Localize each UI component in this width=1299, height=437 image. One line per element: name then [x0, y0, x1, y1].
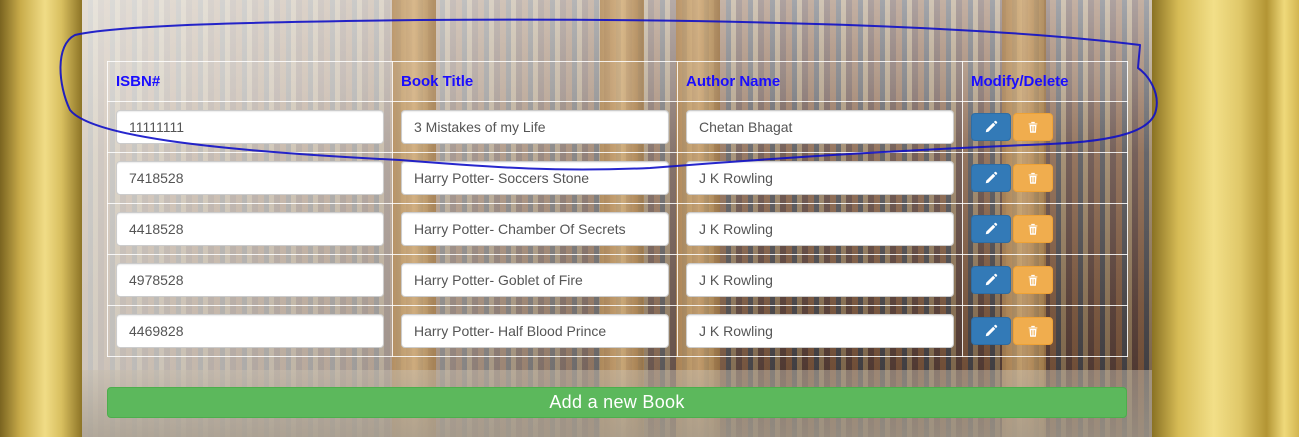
author-cell	[677, 305, 963, 357]
isbn-input[interactable]	[116, 263, 384, 297]
trash-icon	[1028, 223, 1038, 235]
author-name-input[interactable]	[686, 212, 954, 246]
book-title-input[interactable]	[401, 263, 669, 297]
edit-button[interactable]	[971, 113, 1011, 141]
trash-icon	[1028, 325, 1038, 337]
actions-cell	[962, 305, 1128, 357]
edit-button[interactable]	[971, 266, 1011, 294]
trash-icon	[1028, 121, 1038, 133]
add-new-book-button[interactable]: Add a new Book	[107, 387, 1127, 418]
author-cell	[677, 203, 963, 255]
books-table: ISBN# Book Title Author Name Modify/Dele…	[107, 61, 1128, 357]
title-cell	[392, 152, 678, 204]
trash-icon	[1028, 274, 1038, 286]
header-modify-delete: Modify/Delete	[962, 61, 1128, 102]
author-cell	[677, 152, 963, 204]
trash-icon	[1028, 172, 1038, 184]
author-name-input[interactable]	[686, 161, 954, 195]
isbn-cell	[107, 254, 393, 306]
header-isbn: ISBN#	[107, 61, 393, 102]
table-row	[107, 203, 1128, 255]
table-header-row: ISBN# Book Title Author Name Modify/Dele…	[107, 61, 1128, 102]
author-cell	[677, 101, 963, 153]
header-author-name: Author Name	[677, 61, 963, 102]
book-title-input[interactable]	[401, 161, 669, 195]
pencil-icon	[985, 324, 998, 337]
delete-button[interactable]	[1013, 215, 1053, 243]
pencil-icon	[985, 120, 998, 133]
isbn-input[interactable]	[116, 161, 384, 195]
delete-button[interactable]	[1013, 113, 1053, 141]
isbn-cell	[107, 101, 393, 153]
gold-frame-left	[0, 0, 82, 437]
edit-button[interactable]	[971, 317, 1011, 345]
title-cell	[392, 101, 678, 153]
actions-cell	[962, 254, 1128, 306]
isbn-cell	[107, 305, 393, 357]
author-name-input[interactable]	[686, 314, 954, 348]
isbn-input[interactable]	[116, 314, 384, 348]
delete-button[interactable]	[1013, 164, 1053, 192]
table-row	[107, 305, 1128, 357]
author-name-input[interactable]	[686, 263, 954, 297]
isbn-input[interactable]	[116, 110, 384, 144]
book-title-input[interactable]	[401, 212, 669, 246]
title-cell	[392, 203, 678, 255]
actions-cell	[962, 152, 1128, 204]
delete-button[interactable]	[1013, 317, 1053, 345]
pencil-icon	[985, 273, 998, 286]
pencil-icon	[985, 171, 998, 184]
table-row	[107, 101, 1128, 153]
table-row	[107, 254, 1128, 306]
author-name-input[interactable]	[686, 110, 954, 144]
gold-frame-right	[1152, 0, 1299, 437]
title-cell	[392, 305, 678, 357]
book-title-input[interactable]	[401, 110, 669, 144]
delete-button[interactable]	[1013, 266, 1053, 294]
actions-cell	[962, 203, 1128, 255]
pencil-icon	[985, 222, 998, 235]
isbn-cell	[107, 152, 393, 204]
edit-button[interactable]	[971, 215, 1011, 243]
isbn-input[interactable]	[116, 212, 384, 246]
title-cell	[392, 254, 678, 306]
book-title-input[interactable]	[401, 314, 669, 348]
actions-cell	[962, 101, 1128, 153]
edit-button[interactable]	[971, 164, 1011, 192]
author-cell	[677, 254, 963, 306]
table-row	[107, 152, 1128, 204]
isbn-cell	[107, 203, 393, 255]
header-book-title: Book Title	[392, 61, 678, 102]
